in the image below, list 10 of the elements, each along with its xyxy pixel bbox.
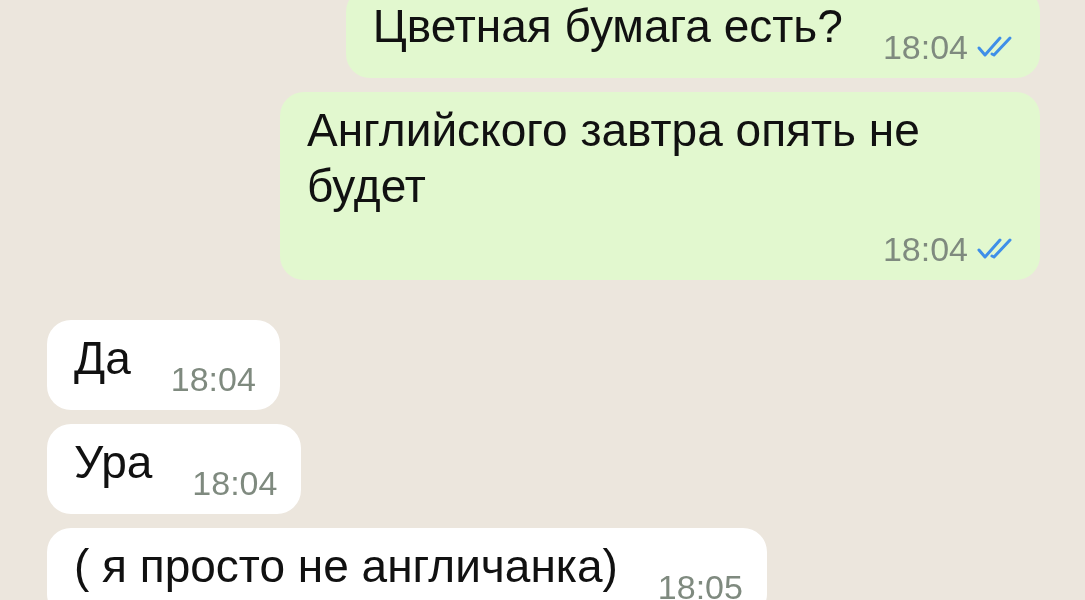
message-time: 18:05 — [657, 567, 743, 600]
message-text: Английского завтра опять не будет — [307, 103, 921, 214]
message-time: 18:04 — [192, 463, 278, 504]
message-time: 18:04 — [170, 359, 256, 400]
message-time: 18:04 — [882, 229, 968, 270]
message-text: Ура — [74, 435, 153, 490]
message-text: Цветная бумага есть? — [372, 0, 843, 54]
message-time: 18:04 — [882, 27, 968, 68]
message-text: Да — [74, 331, 131, 386]
message-text: ( я просто не англичанка) — [74, 539, 618, 594]
